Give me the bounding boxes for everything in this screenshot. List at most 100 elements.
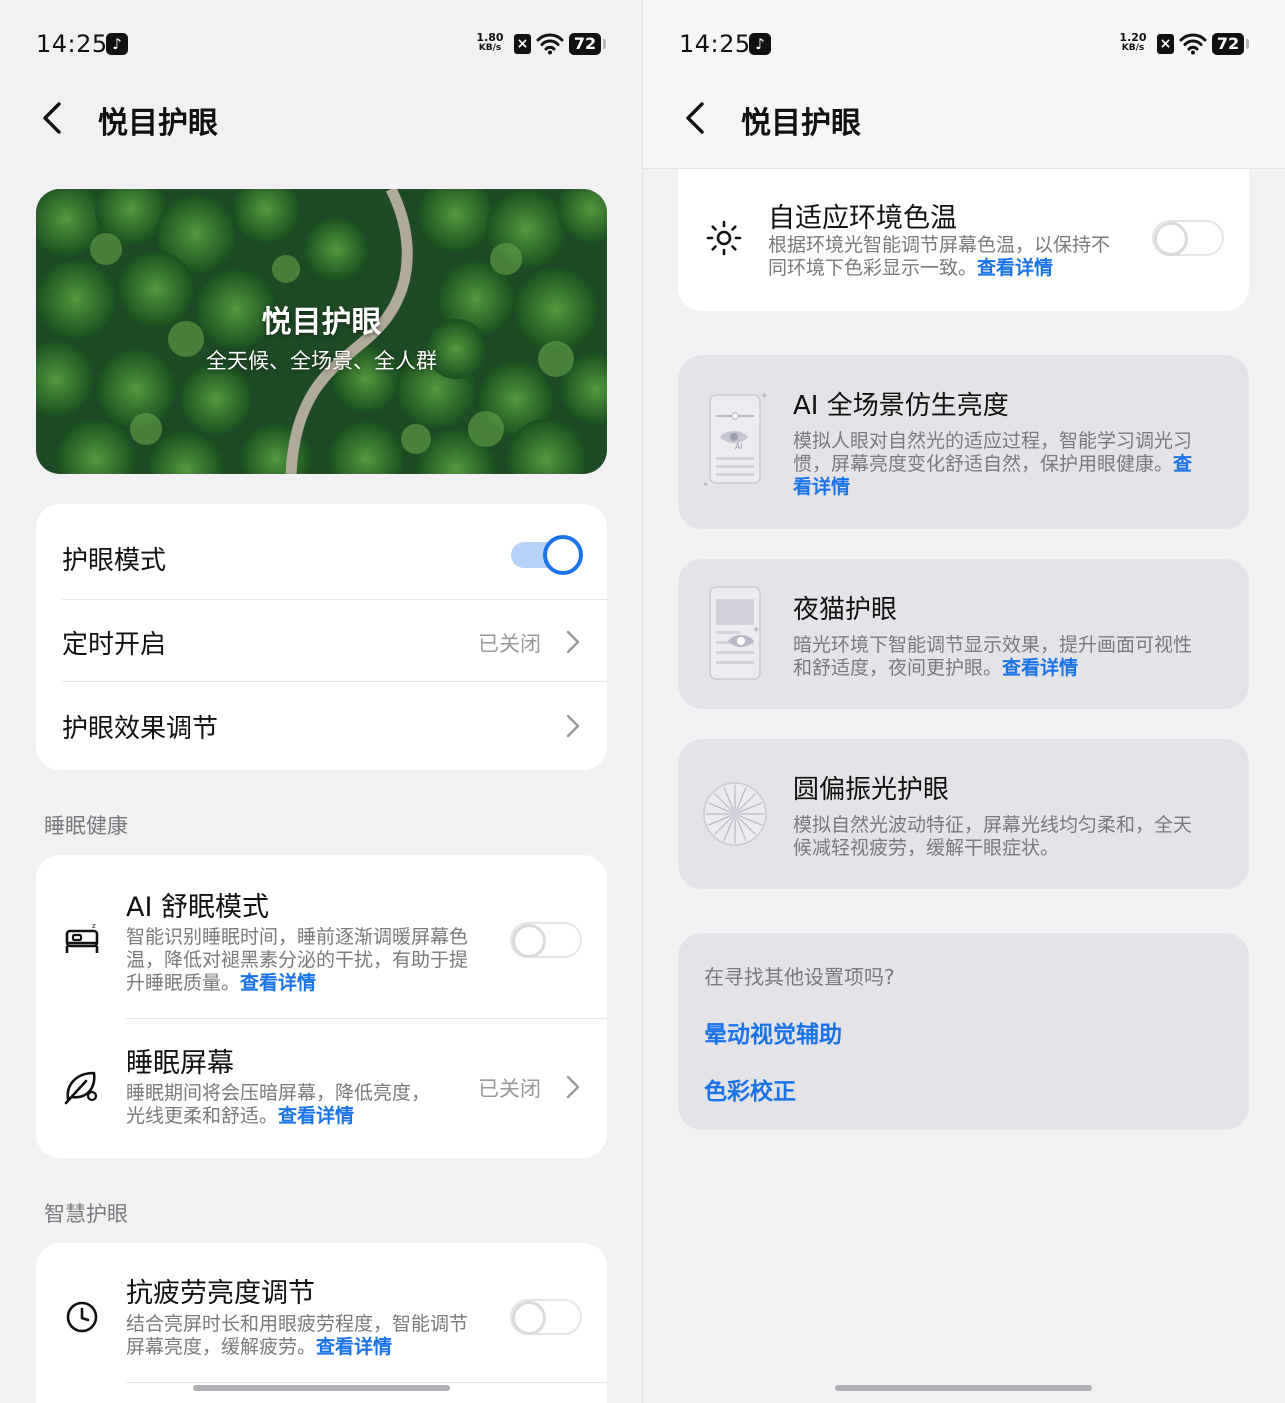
eye-mode-card: 护眼模式 定时开启 已关闭 护眼效果调节 — [36, 504, 607, 770]
effect-label: 护眼效果调节 — [62, 714, 219, 744]
network-speed-value: 1.20 — [1119, 31, 1147, 44]
desc-line: 温，降低对褪黑素分泌的干扰，有助于提 — [126, 949, 469, 971]
anti-fatigue-title: 抗疲劳亮度调节 — [126, 1278, 315, 1309]
sleep-screen-details-link[interactable]: 查看详情 — [278, 1105, 354, 1127]
section-title-smart: 智慧护眼 — [44, 1202, 128, 1226]
desc-line: 结合亮屏时长和用眼疲劳程度，智能调节 — [126, 1313, 469, 1335]
desc-line: 惯，屏幕亮度变化舒适自然，保护用眼健康。 — [793, 453, 1174, 475]
hero-subtitle: 全天候、全场景、全人群 — [206, 349, 437, 373]
ai-brightness-details-link[interactable]: 查 — [1173, 453, 1192, 475]
night-cat-title: 夜猫护眼 — [793, 595, 898, 625]
desc-line: 模拟自然光波动特征，屏幕光线均匀柔和，全天 — [793, 814, 1193, 836]
color-correction-link[interactable]: 色彩校正 — [704, 1072, 796, 1106]
motion-vision-assist-link[interactable]: 晕动视觉辅助 — [704, 1015, 842, 1049]
schedule-row[interactable]: 定时开启 已关闭 — [36, 600, 607, 682]
desc-line: 光线更柔和舒适。 — [126, 1105, 279, 1127]
desc-line: 暗光环境下智能调节显示效果，提升画面可视性 — [793, 634, 1193, 656]
network-speed: 1.80 KB/s — [466, 32, 514, 54]
toggle-knob — [512, 924, 546, 958]
sleep-screen-value: 已关闭 — [478, 1077, 541, 1101]
desc-line: 同环境下色彩显示一致。 — [768, 257, 978, 279]
night-cat-desc: 暗光环境下智能调节显示效果，提升画面可视性 和舒适度，夜间更护眼。查看详情 — [793, 634, 1223, 680]
effect-row[interactable]: 护眼效果调节 — [36, 682, 607, 768]
back-arrow-icon[interactable] — [38, 100, 70, 136]
circular-polarized-desc: 模拟自然光波动特征，屏幕光线均匀柔和，全天 候减轻视疲劳，缓解干眼症状。 — [793, 814, 1223, 860]
toggle-knob — [512, 1301, 546, 1335]
desc-line: 模拟人眼对自然光的适应过程，智能学习调光习 — [793, 430, 1193, 452]
search-more-title: 在寻找其他设置项吗? — [704, 965, 895, 989]
desc-line: 屏幕亮度，缓解疲劳。 — [126, 1336, 317, 1358]
divider — [126, 1382, 607, 1383]
sun-icon — [706, 220, 742, 256]
night-cat-details-link[interactable]: 查看详情 — [1002, 657, 1078, 679]
status-bar: 14:25 ♪ 1.80 KB/s × 72 — [0, 0, 642, 88]
battery-icon: 72 — [1212, 33, 1249, 55]
status-time: 14:25 — [679, 30, 751, 58]
section-title-sleep: 睡眠健康 — [44, 814, 128, 838]
desc-line: 和舒适度，夜间更护眼。 — [793, 657, 1003, 679]
circular-polarized-card[interactable]: 圆偏振光护眼 模拟自然光波动特征，屏幕光线均匀柔和，全天 候减轻视疲劳，缓解干眼… — [678, 739, 1249, 889]
sleep-screen-title: 睡眠屏幕 — [126, 1048, 234, 1079]
adaptive-color-temp-toggle[interactable] — [1152, 220, 1224, 256]
hero-banner: 悦目护眼 全天候、全场景、全人群 — [36, 189, 607, 474]
anti-fatigue-details-link[interactable]: 查看详情 — [316, 1336, 392, 1358]
page-header: 悦目护眼 — [0, 88, 642, 168]
svg-text:AI: AI — [735, 442, 743, 451]
svg-text:✦: ✦ — [702, 480, 709, 487]
chevron-right-icon — [566, 630, 580, 654]
ai-brightness-title: AI 全场景仿生亮度 — [793, 391, 1009, 421]
eye-mode-label: 护眼模式 — [62, 546, 167, 576]
eye-mode-toggle-knob — [543, 535, 583, 575]
network-speed-value: 1.80 — [476, 31, 504, 44]
battery-icon: 72 — [569, 33, 606, 55]
tiktok-icon: ♪ — [749, 33, 771, 55]
night-cat-card[interactable]: ✦ 夜猫护眼 暗光环境下智能调节显示效果，提升画面可视性 和舒适度，夜间更护眼。… — [678, 559, 1249, 709]
ai-brightness-desc: 模拟人眼对自然光的适应过程，智能学习调光习 惯，屏幕亮度变化舒适自然，保护用眼健… — [793, 430, 1223, 499]
svg-text:✦: ✦ — [760, 391, 768, 402]
search-more-card: 在寻找其他设置项吗? 晕动视觉辅助 色彩校正 — [678, 933, 1249, 1130]
hero-title: 悦目护眼 — [261, 305, 382, 340]
ai-brightness-card[interactable]: AI ✦ ✦ AI 全场景仿生亮度 模拟人眼对自然光的适应过程，智能学习调光习 … — [678, 355, 1249, 529]
svg-text:z: z — [92, 922, 96, 930]
toggle-knob — [1154, 222, 1188, 256]
wifi-icon — [536, 33, 564, 55]
desc-line: 根据环境光智能调节屏幕色温，以保持不 — [768, 234, 1111, 256]
anti-fatigue-toggle[interactable] — [510, 1299, 582, 1335]
ai-sleep-desc: 智能识别睡眠时间，睡前逐渐调暖屏幕色 温，降低对褪黑素分泌的干扰，有助于提 升睡… — [126, 926, 496, 995]
sleep-screen-row[interactable]: 睡眠屏幕 睡眠期间将会压暗屏幕，降低亮度， 光线更柔和舒适。查看详情 已关闭 — [36, 1019, 607, 1158]
chevron-right-icon — [566, 1075, 580, 1099]
adaptive-color-temp-desc: 根据环境光智能调节屏幕色温，以保持不 同环境下色彩显示一致。查看详情 — [768, 234, 1138, 280]
page-title: 悦目护眼 — [98, 106, 218, 141]
leaf-icon — [64, 1071, 98, 1105]
chevron-right-icon — [566, 714, 580, 738]
eye-mode-toggle[interactable] — [511, 535, 583, 575]
svg-text:✦: ✦ — [752, 625, 760, 636]
desc-line: 智能识别睡眠时间，睡前逐渐调暖屏幕色 — [126, 926, 469, 948]
status-bar: 14:25 ♪ 1.20 KB/s × 72 — [643, 0, 1285, 88]
clock-icon — [66, 1301, 98, 1333]
desc-line: 候减轻视疲劳，缓解干眼症状。 — [793, 837, 1060, 859]
right-screen: 自适应环境色温 根据环境光智能调节屏幕色温，以保持不 同环境下色彩显示一致。查看… — [643, 0, 1285, 1403]
phone-night-eye-illustration: ✦ — [709, 586, 761, 680]
schedule-value: 已关闭 — [478, 632, 541, 656]
circular-polarized-title: 圆偏振光护眼 — [793, 775, 950, 805]
tiktok-icon: ♪ — [106, 33, 128, 55]
polarized-light-illustration — [703, 782, 767, 846]
back-arrow-icon[interactable] — [681, 100, 713, 136]
ai-sleep-toggle[interactable] — [510, 922, 582, 958]
desc-line: 睡眠期间将会压暗屏幕，降低亮度， — [126, 1082, 431, 1104]
home-indicator[interactable] — [835, 1385, 1092, 1391]
bed-icon: z — [65, 922, 99, 953]
wifi-icon — [1179, 33, 1207, 55]
anti-fatigue-desc: 结合亮屏时长和用眼疲劳程度，智能调节 屏幕亮度，缓解疲劳。查看详情 — [126, 1313, 496, 1359]
ai-sleep-details-link[interactable]: 查看详情 — [240, 972, 316, 994]
network-speed-unit: KB/s — [1121, 43, 1145, 53]
adaptive-color-temp-details-link[interactable]: 查看详情 — [977, 257, 1053, 279]
no-sim-icon: × — [1157, 34, 1174, 54]
page-title: 悦目护眼 — [741, 106, 861, 141]
phone-eye-ai-illustration: AI ✦ ✦ — [702, 391, 768, 487]
home-indicator[interactable] — [193, 1385, 450, 1391]
sleep-screen-desc: 睡眠期间将会压暗屏幕，降低亮度， 光线更柔和舒适。查看详情 — [126, 1082, 466, 1128]
no-sim-icon: × — [514, 34, 531, 54]
ai-brightness-details-link-cont[interactable]: 看详情 — [793, 476, 850, 498]
